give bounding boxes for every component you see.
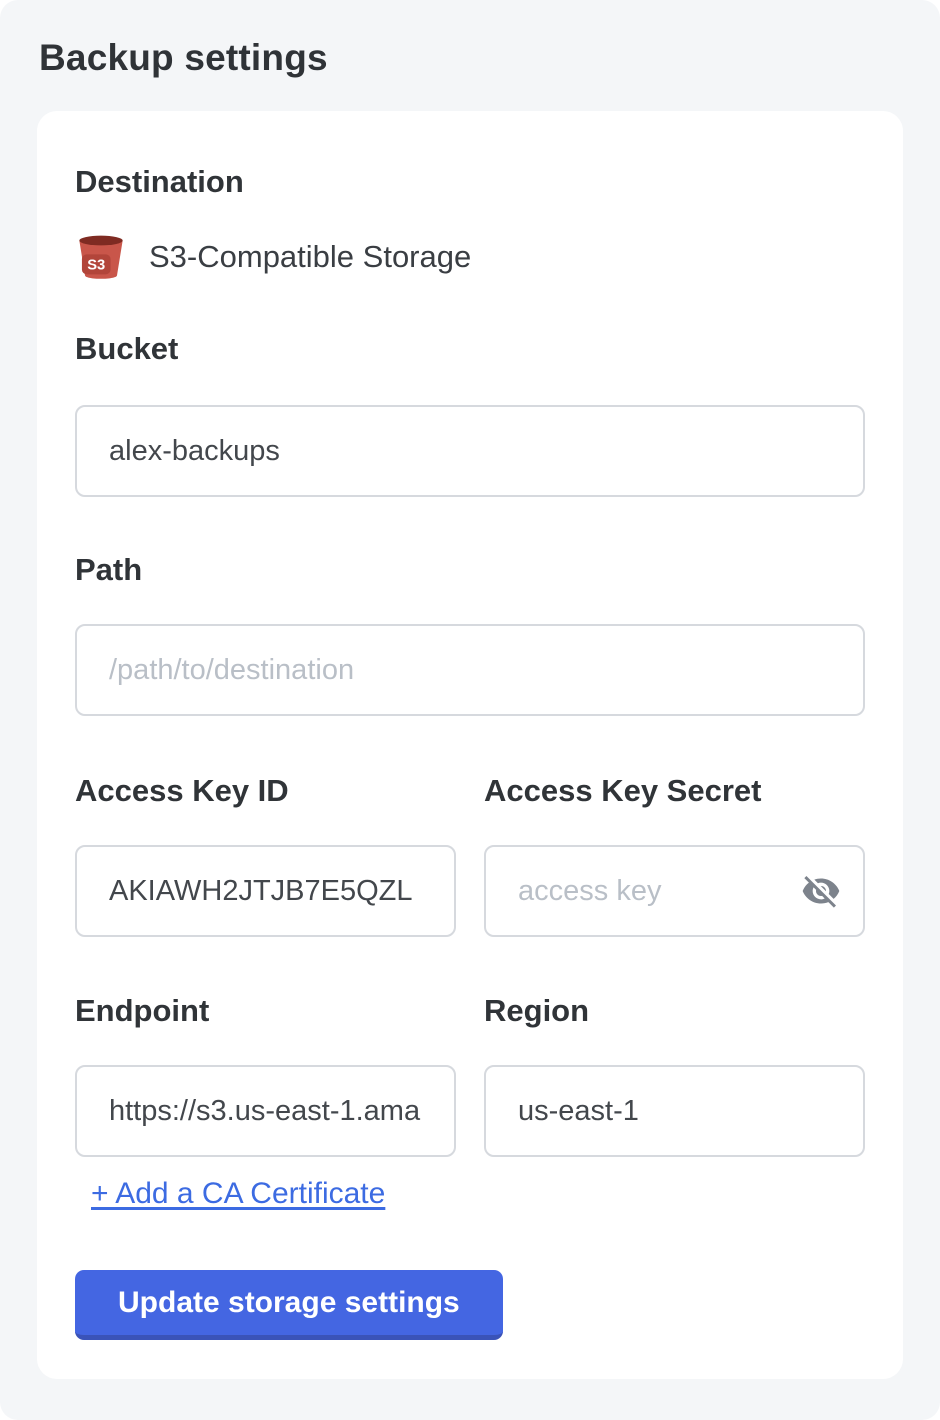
endpoint-region-row: Endpoint Region [75, 993, 865, 1157]
toggle-secret-visibility-button[interactable] [799, 869, 843, 913]
bucket-input[interactable] [75, 405, 865, 497]
page-title: Backup settings [39, 38, 903, 78]
endpoint-input[interactable] [75, 1065, 456, 1157]
region-label: Region [484, 993, 865, 1028]
destination-row: S3 S3-Compatible Storage [75, 229, 865, 284]
access-keys-row: Access Key ID Access Key Secret [75, 773, 865, 937]
access-key-secret-input-wrap [484, 845, 865, 937]
s3-bucket-icon: S3 [75, 231, 127, 283]
access-key-id-label: Access Key ID [75, 773, 456, 808]
region-field: Region [484, 993, 865, 1157]
add-ca-certificate-link[interactable]: + Add a CA Certificate [91, 1178, 385, 1210]
endpoint-field: Endpoint [75, 993, 456, 1157]
endpoint-label: Endpoint [75, 993, 456, 1028]
access-key-secret-label: Access Key Secret [484, 773, 865, 808]
backup-settings-card: Destination S3 S3-Compatible Storage Buc… [37, 111, 903, 1379]
path-input[interactable] [75, 624, 865, 716]
bucket-label: Bucket [75, 331, 865, 366]
destination-label: Destination [75, 164, 865, 199]
backup-settings-page: Backup settings Destination S3 S3-Compat… [0, 0, 940, 1420]
eye-off-icon [801, 871, 841, 911]
path-label: Path [75, 552, 865, 587]
access-key-id-field: Access Key ID [75, 773, 456, 937]
destination-value: S3-Compatible Storage [149, 239, 471, 275]
access-key-secret-field: Access Key Secret [484, 773, 865, 937]
region-input[interactable] [484, 1065, 865, 1157]
access-key-id-input[interactable] [75, 845, 456, 937]
update-storage-settings-button[interactable]: Update storage settings [75, 1270, 503, 1340]
svg-text:S3: S3 [87, 257, 105, 273]
